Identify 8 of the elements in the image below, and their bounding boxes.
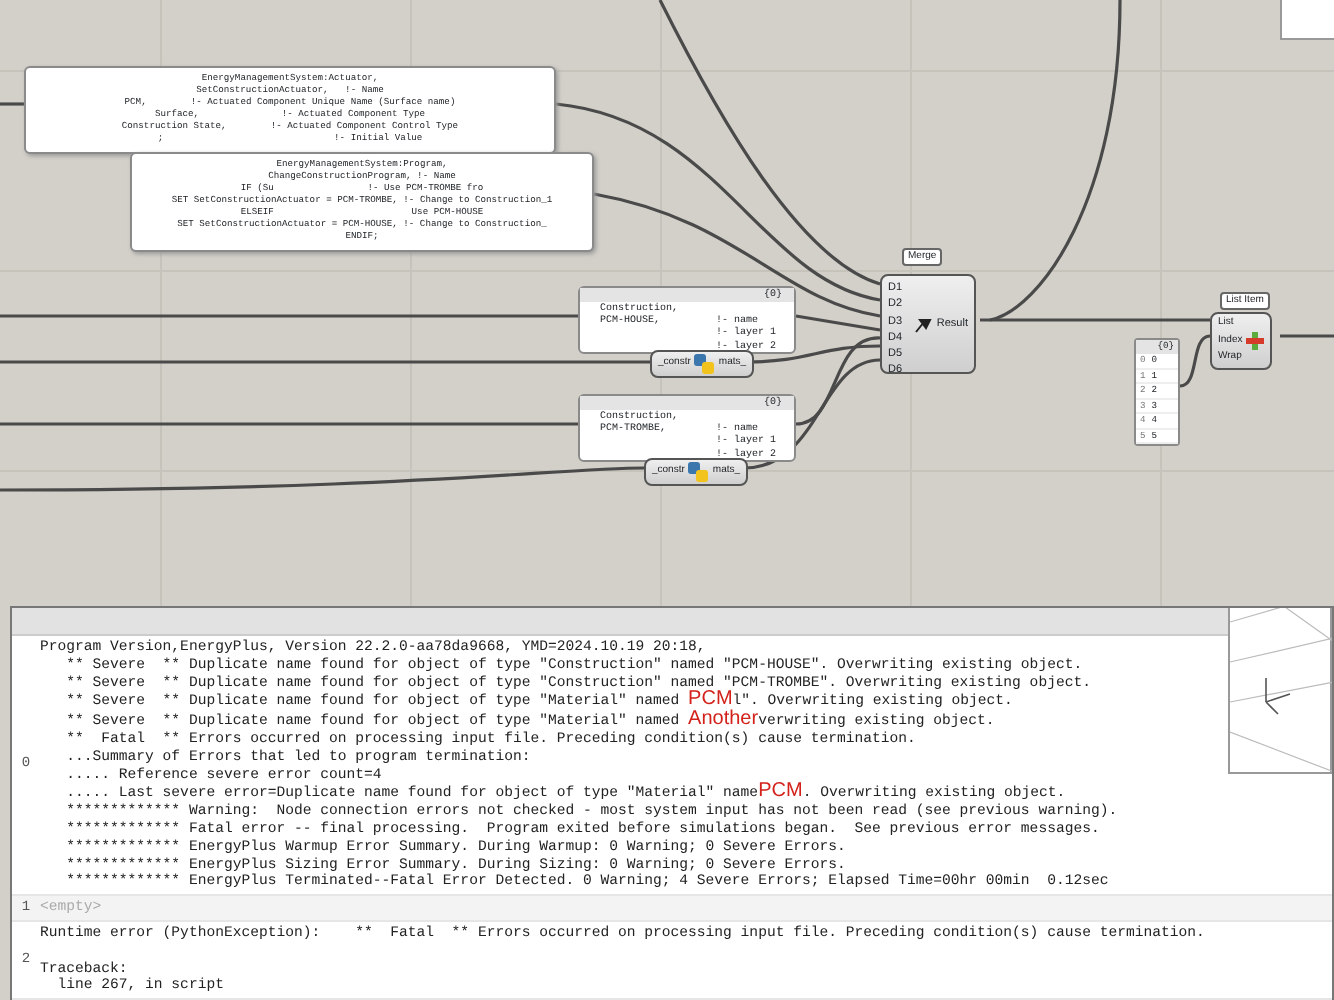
- list-item-icon: [1246, 331, 1265, 350]
- merge-icon: [914, 315, 933, 333]
- python-icon: [688, 462, 709, 482]
- annotation-text: Another: [688, 708, 759, 731]
- annotation-text: PCM: [758, 780, 803, 803]
- viewport-drawing: [1280, 0, 1334, 40]
- python-icon: [694, 354, 715, 374]
- annotation-text: PCM: [688, 688, 733, 711]
